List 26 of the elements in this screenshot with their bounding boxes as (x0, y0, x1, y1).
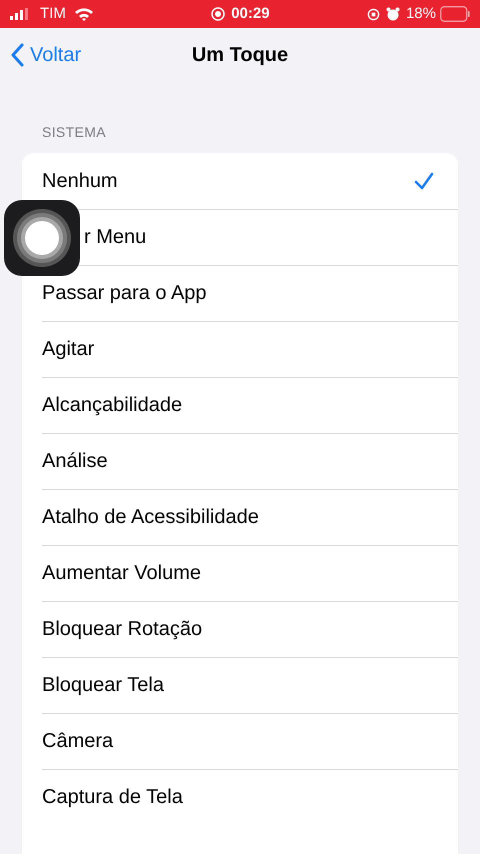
option-label[interactable]: Nenhum (42, 166, 118, 196)
clock: 00:29 (231, 4, 270, 24)
option-label[interactable]: Passar para o App (42, 278, 207, 308)
option-label[interactable]: Captura de Tela (42, 782, 183, 812)
page-title: Um Toque (192, 43, 288, 68)
option-label[interactable]: Atalho de Acessibilidade (42, 502, 259, 532)
record-icon (211, 7, 226, 21)
option-label[interactable]: Agitar (42, 334, 94, 364)
chevron-left-icon (10, 43, 24, 67)
home-circle-icon (12, 208, 72, 268)
option-label[interactable]: Análise (42, 446, 108, 476)
option-label[interactable]: Aumentar Volume (42, 558, 201, 588)
carrier-label: TIM (40, 4, 66, 24)
rotation-lock-icon (366, 8, 380, 20)
option-label[interactable]: Bloquear Rotação (42, 614, 202, 644)
option-label[interactable]: Alcançabilidade (42, 390, 182, 420)
section-header: SISTEMA (41, 123, 107, 142)
option-label[interactable]: Bloquear Tela (42, 670, 164, 700)
checkmark-icon (414, 172, 434, 190)
back-button[interactable]: Voltar (10, 40, 82, 70)
battery-percentage: 18% (406, 4, 436, 24)
option-label[interactable]: Câmera (42, 726, 114, 756)
assistive-touch-button[interactable] (4, 200, 80, 276)
option-label[interactable]: r Menu (84, 222, 146, 252)
wifi-icon (74, 7, 94, 21)
battery-icon (440, 6, 470, 22)
